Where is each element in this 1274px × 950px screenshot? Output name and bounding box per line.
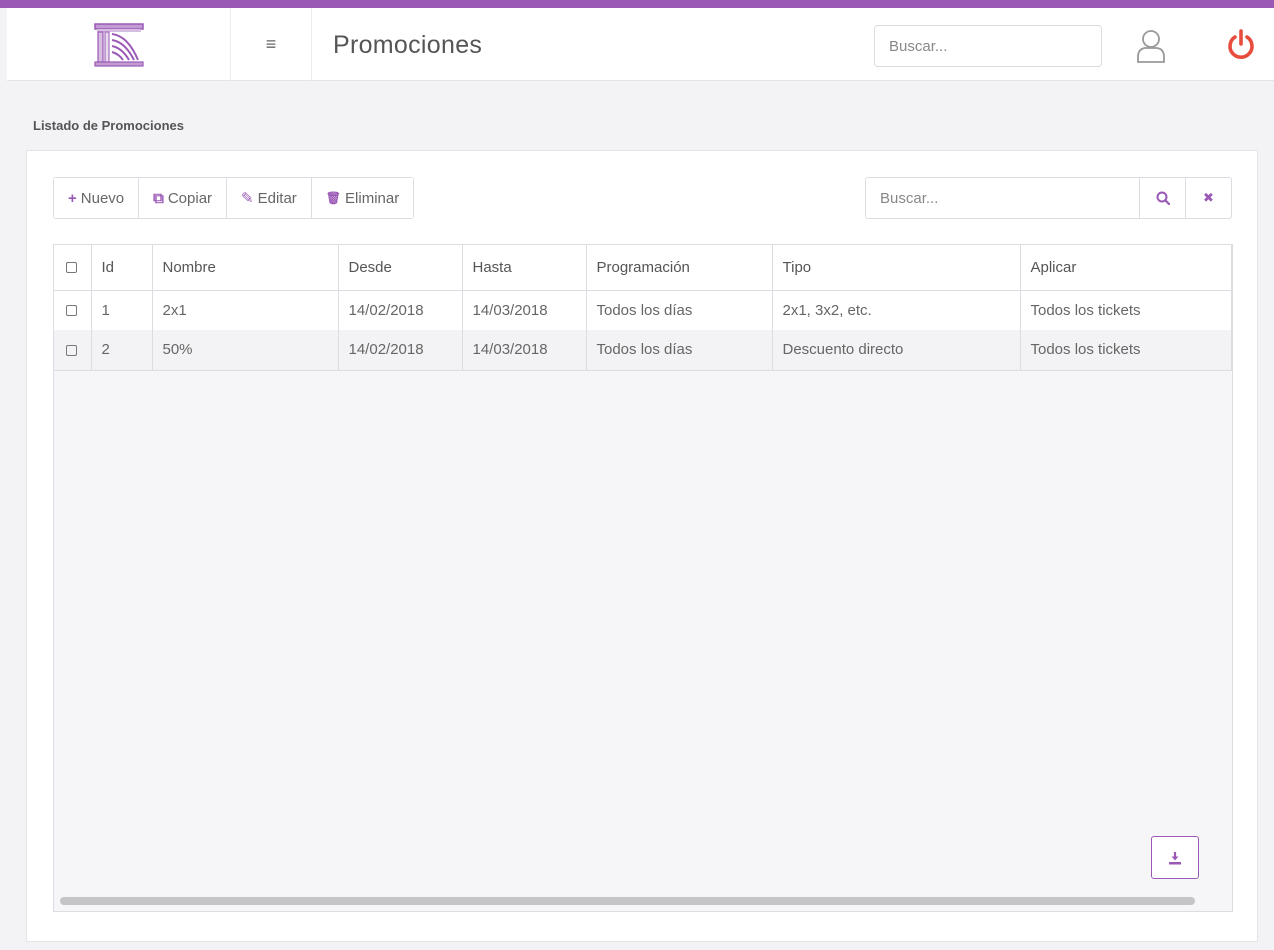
copy-button[interactable]: ⧉ Copiar <box>139 178 228 218</box>
toolbar: + Nuevo ⧉ Copiar ✎ Editar 🗑 Eliminar <box>53 177 415 219</box>
column-header-hasta[interactable]: Hasta <box>462 245 587 291</box>
page-title: Promociones <box>333 31 483 59</box>
trash-icon: 🗑 <box>325 191 342 205</box>
cell-hasta: 14/03/2018 <box>462 330 587 371</box>
cell-nombre: 2x1 <box>152 290 339 330</box>
logo-icon <box>93 22 144 67</box>
new-button[interactable]: + Nuevo <box>54 178 140 218</box>
column-header-id[interactable]: Id <box>91 245 153 291</box>
copy-button-label: Copiar <box>167 189 213 207</box>
edit-icon: ✎ <box>241 190 254 207</box>
cell-tipo: Descuento directo <box>772 330 1021 371</box>
cell-aplicar: Todos los tickets <box>1020 290 1232 330</box>
logo[interactable] <box>7 8 231 81</box>
table-row[interactable]: 1 2x1 14/02/2018 14/03/2018 Todos los dí… <box>54 290 1232 330</box>
column-header-programacion[interactable]: Programación <box>586 245 773 291</box>
section-title: Listado de Promociones <box>33 118 184 133</box>
grid-search: ✖ <box>865 177 1232 219</box>
search-button[interactable] <box>1139 178 1185 218</box>
cell-id: 1 <box>91 290 153 330</box>
select-all-checkbox[interactable] <box>66 262 77 274</box>
power-icon[interactable] <box>1226 29 1256 61</box>
row-checkbox[interactable] <box>66 344 77 356</box>
plus-icon: + <box>68 189 77 207</box>
cell-desde: 14/02/2018 <box>338 330 463 371</box>
cell-id: 2 <box>91 330 153 371</box>
promotions-panel: + Nuevo ⧉ Copiar ✎ Editar 🗑 Eliminar ✖ <box>26 150 1258 942</box>
hamburger-icon: ≡ <box>265 34 277 54</box>
promotions-table: Id Nombre Desde Hasta Programación Tipo … <box>54 245 1232 371</box>
cell-hasta: 14/03/2018 <box>462 290 587 330</box>
cell-programacion: Todos los días <box>586 330 773 371</box>
column-header-tipo[interactable]: Tipo <box>772 245 1021 291</box>
edit-button-label: Editar <box>257 189 297 207</box>
cell-tipo: 2x1, 3x2, etc. <box>772 290 1021 330</box>
table-row[interactable]: 2 50% 14/02/2018 14/03/2018 Todos los dí… <box>54 330 1232 371</box>
cell-aplicar: Todos los tickets <box>1020 330 1232 371</box>
cell-desde: 14/02/2018 <box>338 290 463 330</box>
search-icon <box>1156 191 1170 205</box>
grid-search-input[interactable] <box>866 178 1139 218</box>
clear-search-button[interactable]: ✖ <box>1185 178 1231 218</box>
column-header-nombre[interactable]: Nombre <box>152 245 339 291</box>
delete-button[interactable]: 🗑 Eliminar <box>311 178 414 218</box>
delete-button-label: Eliminar <box>345 189 400 207</box>
cell-programacion: Todos los días <box>586 290 773 330</box>
cell-nombre: 50% <box>152 330 339 371</box>
column-header-desde[interactable]: Desde <box>338 245 463 291</box>
row-checkbox[interactable] <box>66 305 77 317</box>
table-header-row: Id Nombre Desde Hasta Programación Tipo … <box>54 245 1232 291</box>
select-all-cell <box>54 245 92 291</box>
download-button[interactable] <box>1151 836 1199 879</box>
download-icon <box>1169 851 1181 864</box>
user-icon[interactable] <box>1135 29 1167 63</box>
row-select-cell <box>54 290 92 330</box>
edit-button[interactable]: ✎ Editar <box>227 178 312 218</box>
header: ≡ Promociones <box>7 8 1274 81</box>
close-icon: ✖ <box>1203 190 1214 205</box>
row-select-cell <box>54 330 92 371</box>
top-accent-bar <box>0 0 1274 8</box>
copy-icon: ⧉ <box>153 189 164 207</box>
new-button-label: Nuevo <box>80 189 125 207</box>
horizontal-scrollbar[interactable] <box>60 897 1195 905</box>
column-header-aplicar[interactable]: Aplicar <box>1020 245 1232 291</box>
menu-toggle-button[interactable]: ≡ <box>231 8 312 81</box>
promotions-grid: Id Nombre Desde Hasta Programación Tipo … <box>53 244 1233 912</box>
header-search-input[interactable] <box>874 25 1102 67</box>
